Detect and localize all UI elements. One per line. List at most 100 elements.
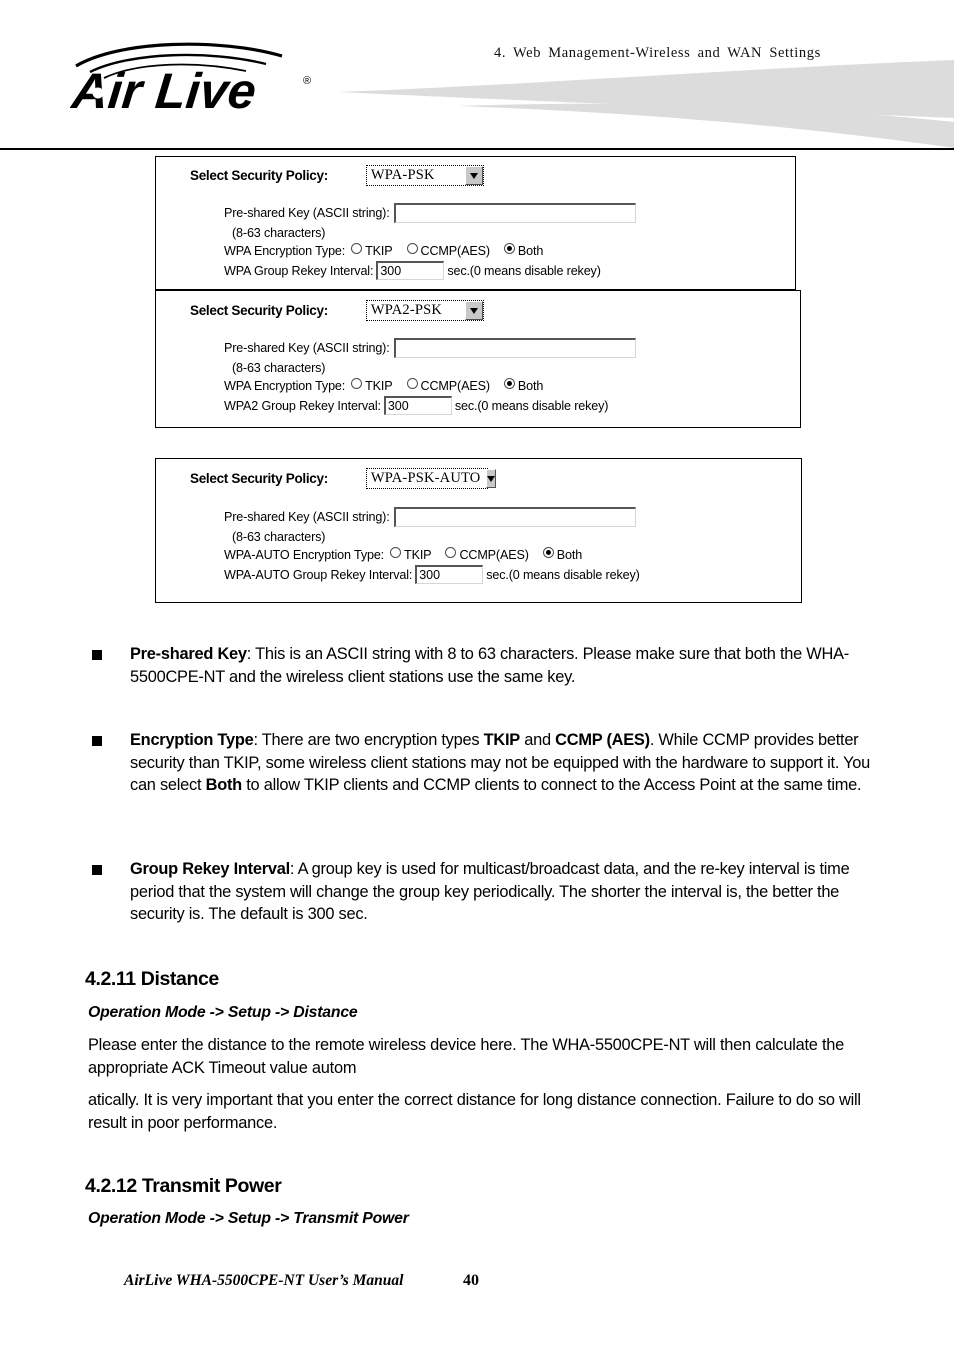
section-paragraph-distance-1: Please enter the distance to the remote … bbox=[88, 1036, 844, 1077]
security-policy-value: WPA-PSK bbox=[370, 167, 435, 183]
radio-both[interactable]: Both bbox=[503, 243, 543, 259]
section-path-transmit-power: Operation Mode -> Setup -> Transmit Powe… bbox=[88, 1210, 409, 1227]
group-rekey-suffix: sec.(0 means disable rekey) bbox=[447, 263, 601, 278]
preshared-key-label: Pre-shared Key (ASCII string): bbox=[224, 510, 390, 524]
page-header: Air Live ® 4. Web Management-Wireless an… bbox=[0, 0, 954, 150]
bullet-text: Pre-shared Key: This is an ASCII string … bbox=[130, 643, 882, 688]
bullet-text: Encryption Type: There are two encryptio… bbox=[130, 729, 882, 797]
bullet-term: Group Rekey Interval bbox=[130, 860, 290, 878]
preshared-key-input[interactable] bbox=[393, 338, 636, 358]
bullet-text: Group Rekey Interval: A group key is use… bbox=[130, 858, 882, 926]
radio-label: Both bbox=[517, 379, 544, 393]
airlive-logo: Air Live ® bbox=[70, 42, 311, 118]
radio-label: Both bbox=[556, 548, 583, 562]
section-path-distance: Operation Mode -> Setup -> Distance bbox=[88, 1004, 358, 1021]
security-policy-dropdown[interactable]: WPA-PSK bbox=[365, 165, 484, 186]
security-policy-dropdown[interactable]: WPA-PSK-AUTO bbox=[365, 468, 497, 489]
chevron-down-icon[interactable] bbox=[486, 469, 497, 488]
group-rekey-input[interactable] bbox=[415, 565, 484, 584]
preshared-key-input[interactable] bbox=[393, 203, 636, 223]
radio-button-selected-icon bbox=[503, 243, 515, 254]
radio-ccmp-aes[interactable]: CCMP(AES) bbox=[406, 243, 490, 259]
radio-both[interactable]: Both bbox=[503, 378, 544, 394]
radio-button-icon bbox=[445, 547, 457, 558]
preshared-key-hint: (8-63 characters) bbox=[232, 226, 326, 240]
section-heading-distance: 4.2.11 Distance bbox=[85, 968, 219, 990]
footer-manual-title: AirLive WHA-5500CPE-NT User’s Manual bbox=[124, 1272, 404, 1289]
panel-fields: Pre-shared Key (ASCII string): (8-63 cha… bbox=[224, 338, 636, 415]
radio-button-selected-icon bbox=[542, 547, 554, 558]
bullet-bold-tkip: TKIP bbox=[483, 731, 521, 749]
radio-tkip[interactable]: TKIP bbox=[351, 243, 393, 259]
radio-label: TKIP bbox=[365, 379, 393, 393]
radio-label: TKIP bbox=[365, 244, 393, 258]
radio-label: CCMP(AES) bbox=[459, 548, 529, 562]
group-rekey-row: WPA-AUTO Group Rekey Interval: sec.(0 me… bbox=[224, 565, 640, 584]
radio-ccmp-aes[interactable]: CCMP(AES) bbox=[406, 378, 490, 394]
preshared-key-row: Pre-shared Key (ASCII string): bbox=[224, 507, 640, 527]
bullet-term: Pre-shared Key bbox=[130, 645, 247, 663]
radio-tkip[interactable]: TKIP bbox=[351, 378, 393, 394]
security-panel-wpa-psk-auto: Select Security Policy: WPA-PSK-AUTO Pre… bbox=[155, 458, 802, 603]
policy-label: Select Security Policy: bbox=[190, 471, 328, 486]
group-rekey-input[interactable] bbox=[376, 261, 445, 280]
bullet-preshared-key: Pre-shared Key: This is an ASCII string … bbox=[92, 643, 882, 688]
bullet-bold-both: Both bbox=[205, 776, 243, 794]
encryption-type-radio-group: TKIP CCMP(AES) Both bbox=[390, 547, 596, 563]
bullet-body-part2: and bbox=[519, 731, 556, 749]
radio-ccmp-aes[interactable]: CCMP(AES) bbox=[445, 547, 529, 563]
group-rekey-row: WPA2 Group Rekey Interval: sec.(0 means … bbox=[224, 396, 636, 415]
encryption-type-row: WPA Encryption Type: TKIP CCMP(AES) Both bbox=[224, 378, 636, 394]
header-divider bbox=[0, 148, 954, 150]
registered-trademark-icon: ® bbox=[303, 75, 311, 87]
encryption-type-label: WPA Encryption Type: bbox=[224, 244, 346, 258]
bullet-square-icon bbox=[92, 650, 102, 660]
group-rekey-label: WPA Group Rekey Interval: bbox=[224, 263, 374, 278]
encryption-type-row: WPA Encryption Type: TKIP CCMP(AES) Both bbox=[224, 243, 636, 259]
panel-fields: Pre-shared Key (ASCII string): (8-63 cha… bbox=[224, 203, 636, 280]
chapter-title: 4. Web Management-Wireless and WAN Setti… bbox=[494, 45, 821, 61]
policy-label: Select Security Policy: bbox=[190, 168, 328, 183]
preshared-key-input[interactable] bbox=[393, 507, 636, 527]
bullet-square-icon bbox=[92, 865, 102, 875]
section-paragraph-distance-2: atically. It is very important that you … bbox=[88, 1091, 861, 1132]
radio-button-icon bbox=[406, 243, 418, 254]
radio-button-icon bbox=[351, 243, 363, 254]
policy-row: Select Security Policy: WPA-PSK bbox=[190, 165, 484, 186]
radio-button-selected-icon bbox=[503, 378, 515, 389]
security-policy-value: WPA2-PSK bbox=[370, 302, 443, 318]
security-policy-dropdown[interactable]: WPA2-PSK bbox=[365, 300, 484, 321]
group-rekey-suffix: sec.(0 means disable rekey) bbox=[486, 567, 640, 582]
bullet-square-icon bbox=[92, 736, 102, 746]
encryption-type-row: WPA-AUTO Encryption Type: TKIP CCMP(AES)… bbox=[224, 547, 640, 563]
preshared-key-label: Pre-shared Key (ASCII string): bbox=[224, 206, 390, 220]
section-heading-transmit-power: 4.2.12 Transmit Power bbox=[85, 1175, 282, 1197]
panel-fields: Pre-shared Key (ASCII string): (8-63 cha… bbox=[224, 507, 640, 584]
preshared-key-row: Pre-shared Key (ASCII string): bbox=[224, 338, 636, 358]
footer-page-number: 40 bbox=[463, 1272, 479, 1289]
radio-label: CCMP(AES) bbox=[420, 244, 490, 258]
bullet-body-part1: : There are two encryption types bbox=[253, 731, 484, 749]
preshared-key-label: Pre-shared Key (ASCII string): bbox=[224, 341, 390, 355]
security-panel-wpa-psk: Select Security Policy: WPA-PSK Pre-shar… bbox=[155, 156, 796, 290]
bullet-encryption-type: Encryption Type: There are two encryptio… bbox=[92, 729, 882, 797]
chevron-down-icon[interactable] bbox=[464, 166, 483, 185]
radio-both[interactable]: Both bbox=[542, 547, 583, 563]
preshared-key-hint: (8-63 characters) bbox=[232, 361, 326, 375]
radio-button-icon bbox=[351, 378, 363, 389]
security-panel-wpa2-psk: Select Security Policy: WPA2-PSK Pre-sha… bbox=[155, 290, 801, 428]
encryption-type-radio-group: TKIP CCMP(AES) Both bbox=[351, 243, 557, 259]
group-rekey-row: WPA Group Rekey Interval: sec.(0 means d… bbox=[224, 261, 636, 280]
bullet-term: Encryption Type bbox=[130, 731, 254, 749]
security-policy-value: WPA-PSK-AUTO bbox=[370, 470, 481, 486]
bullet-group-rekey-interval: Group Rekey Interval: A group key is use… bbox=[92, 858, 882, 926]
bullet-bold-ccmp: CCMP (AES) bbox=[555, 731, 650, 749]
preshared-key-row: Pre-shared Key (ASCII string): bbox=[224, 203, 636, 223]
group-rekey-input[interactable] bbox=[383, 396, 452, 415]
radio-button-icon bbox=[390, 547, 402, 558]
preshared-key-hint: (8-63 characters) bbox=[232, 530, 326, 544]
chevron-down-icon[interactable] bbox=[464, 301, 483, 320]
encryption-type-label: WPA Encryption Type: bbox=[224, 379, 346, 393]
radio-tkip[interactable]: TKIP bbox=[390, 547, 432, 563]
radio-button-icon bbox=[406, 378, 418, 389]
